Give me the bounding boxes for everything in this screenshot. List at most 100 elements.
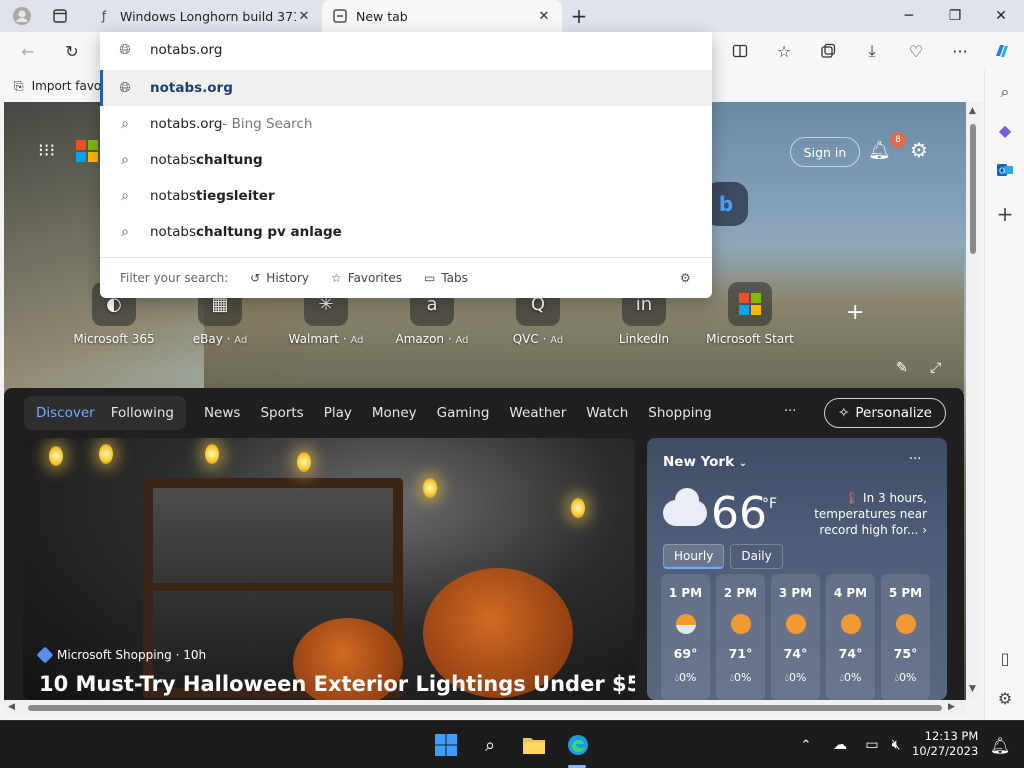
filter-favorites[interactable]: ☆ Favorites bbox=[331, 271, 402, 285]
search-icon[interactable]: ⌕ bbox=[991, 78, 1019, 106]
nav-weather[interactable]: Weather bbox=[499, 405, 576, 421]
quicklink[interactable]: Microsoft Start bbox=[700, 282, 800, 346]
split-screen-icon[interactable] bbox=[726, 37, 754, 65]
nav-news[interactable]: News bbox=[194, 405, 250, 421]
clock[interactable]: 12:13 PM 10/27/2023 bbox=[912, 729, 978, 759]
file-explorer-icon[interactable] bbox=[518, 729, 550, 761]
sunny-icon bbox=[840, 614, 861, 634]
volume-muted-icon[interactable]: 🔇︎ bbox=[880, 729, 912, 761]
copilot-icon[interactable] bbox=[988, 37, 1016, 65]
expand-icon[interactable]: ⤢ bbox=[930, 360, 941, 376]
favorites-icon[interactable]: ☆ bbox=[770, 37, 798, 65]
onedrive-icon[interactable]: ☁ bbox=[824, 729, 856, 761]
add-quicklink-icon[interactable]: + bbox=[846, 300, 864, 325]
close-tab-icon[interactable]: ✕ bbox=[296, 9, 312, 24]
refresh-icon[interactable]: ↻ bbox=[58, 37, 86, 65]
address-input[interactable]: 🌐︎ notabs.org bbox=[100, 32, 712, 68]
notification-center-icon[interactable]: 🔔︎ bbox=[984, 729, 1016, 761]
close-window-button[interactable]: ✕ bbox=[978, 0, 1024, 32]
ad-label: Ad bbox=[455, 335, 469, 346]
performance-icon[interactable]: ♡ bbox=[902, 37, 930, 65]
collections-icon[interactable] bbox=[814, 37, 842, 65]
tab-hourly[interactable]: Hourly bbox=[663, 544, 725, 569]
filter-settings-icon[interactable]: ⚙ bbox=[680, 271, 691, 285]
downloads-icon[interactable]: ⤓ bbox=[858, 37, 886, 65]
alert-text: In 3 hours, temperatures near record hig… bbox=[814, 491, 927, 537]
scroll-left-icon[interactable]: ◀ bbox=[8, 702, 15, 712]
weather-card[interactable]: New York ⌄ ··· 66 °F 🌡︎ In 3 hours, temp… bbox=[647, 438, 947, 700]
scroll-thumb[interactable] bbox=[28, 705, 942, 711]
edge-taskbar-icon[interactable] bbox=[562, 729, 594, 761]
nav-shopping[interactable]: Shopping bbox=[638, 405, 721, 421]
hero-article-card[interactable]: Microsoft Shopping · 10h 10 Must-Try Hal… bbox=[23, 438, 635, 700]
article-headline[interactable]: 10 Must-Try Halloween Exterior Lightings… bbox=[39, 672, 635, 696]
hide-sidebar-icon[interactable]: ▯ bbox=[991, 644, 1019, 672]
suggestion-item[interactable]: ⌕ notabs tiegsleiter bbox=[100, 178, 712, 214]
feed-mode-toggle: Discover Following bbox=[24, 396, 186, 430]
weather-more-icon[interactable]: ··· bbox=[909, 452, 921, 467]
tab-actions-icon[interactable] bbox=[48, 4, 72, 28]
scroll-thumb[interactable] bbox=[970, 124, 976, 254]
star-icon: ☆ bbox=[331, 270, 342, 285]
restore-button[interactable]: ❐ bbox=[932, 0, 978, 32]
horizontal-scrollbar[interactable]: ◀ ▶ bbox=[4, 700, 966, 716]
suggestion-text: notabs.org bbox=[150, 80, 233, 96]
precip: 💧︎0% bbox=[784, 671, 807, 684]
suggestion-item[interactable]: ⌕ notabs chaltung pv anlage bbox=[100, 214, 712, 250]
tab-discover[interactable]: Discover bbox=[28, 405, 103, 421]
app-launcher-icon[interactable]: ⁝⁝⁝ bbox=[38, 140, 55, 161]
page-settings-icon[interactable]: ⚙ bbox=[910, 138, 928, 162]
filter-history[interactable]: ↺ History bbox=[250, 271, 309, 285]
personalize-button[interactable]: ✧ Personalize bbox=[824, 398, 946, 428]
notifications-bell-icon[interactable]: 🔔︎ bbox=[868, 140, 891, 161]
tab-longhorn[interactable]: ƒ Windows Longhorn build 3718 - ✕ bbox=[86, 0, 322, 32]
minimize-button[interactable]: ─ bbox=[886, 0, 932, 32]
weather-city[interactable]: New York ⌄ bbox=[663, 454, 747, 470]
more-menu-icon[interactable]: ··· bbox=[946, 37, 974, 65]
more-nav-button[interactable]: ··· bbox=[784, 404, 796, 419]
outlook-icon[interactable]: O bbox=[991, 156, 1019, 184]
add-sidebar-icon[interactable]: + bbox=[991, 200, 1019, 228]
start-icon[interactable] bbox=[430, 729, 462, 761]
back-icon[interactable]: ← bbox=[14, 37, 42, 65]
string-light bbox=[99, 444, 113, 464]
precip: 💧︎0% bbox=[894, 671, 917, 684]
city-label: New York bbox=[663, 454, 735, 470]
suggestion-item[interactable]: ⌕ notabs.org - Bing Search bbox=[100, 106, 712, 142]
scroll-right-icon[interactable]: ▶ bbox=[948, 702, 955, 712]
import-icon: ⎘ bbox=[14, 78, 24, 93]
sign-in-button[interactable]: Sign in bbox=[790, 137, 860, 167]
personalize-label: Personalize bbox=[855, 405, 932, 421]
suggestion-item[interactable]: ⌕ notabs chaltung bbox=[100, 142, 712, 178]
tab-following[interactable]: Following bbox=[103, 405, 182, 421]
scroll-up-icon[interactable]: ▲ bbox=[969, 106, 976, 116]
nav-watch[interactable]: Watch bbox=[576, 405, 638, 421]
sidebar-settings-icon[interactable]: ⚙ bbox=[991, 684, 1019, 712]
nav-sports[interactable]: Sports bbox=[250, 405, 313, 421]
quicklink-label: Microsoft Start bbox=[706, 332, 794, 346]
nav-play[interactable]: Play bbox=[314, 405, 362, 421]
tab-page-icon: ƒ bbox=[101, 9, 107, 23]
filter-tabs[interactable]: ▭ Tabs bbox=[424, 271, 468, 285]
edge-sidebar: ⌕ ◆ O + ▯ ⚙ bbox=[984, 70, 1024, 720]
tab-daily[interactable]: Daily bbox=[730, 544, 783, 569]
show-hidden-icons[interactable]: ⌃ bbox=[790, 729, 822, 761]
tools-icon[interactable]: ◆ bbox=[991, 116, 1019, 144]
tab-new-tab[interactable]: New tab ✕ bbox=[322, 0, 562, 32]
taskbar-search-icon[interactable]: ⌕ bbox=[474, 729, 506, 761]
nav-gaming[interactable]: Gaming bbox=[427, 405, 500, 421]
nav-money[interactable]: Money bbox=[362, 405, 427, 421]
suggestion-item[interactable]: 🌐︎ notabs.org bbox=[100, 70, 712, 106]
hour-label: 5 PM bbox=[888, 586, 923, 600]
scroll-down-icon[interactable]: ▼ bbox=[969, 684, 976, 694]
filter-favorites-label: Favorites bbox=[347, 270, 402, 285]
edit-background-icon[interactable]: ✎ bbox=[896, 360, 908, 376]
tabs-icon: ▭ bbox=[423, 270, 436, 285]
search-icon: ⌕ bbox=[121, 116, 129, 132]
import-favorites-link[interactable]: Import favo bbox=[32, 79, 102, 93]
vertical-scrollbar[interactable]: ▲ ▼ bbox=[966, 102, 980, 700]
profile-icon[interactable] bbox=[10, 4, 34, 28]
close-tab-icon[interactable]: ✕ bbox=[536, 9, 552, 24]
new-tab-plus-icon[interactable]: + bbox=[567, 4, 591, 28]
weather-alert[interactable]: 🌡︎ In 3 hours, temperatures near record … bbox=[807, 490, 927, 538]
